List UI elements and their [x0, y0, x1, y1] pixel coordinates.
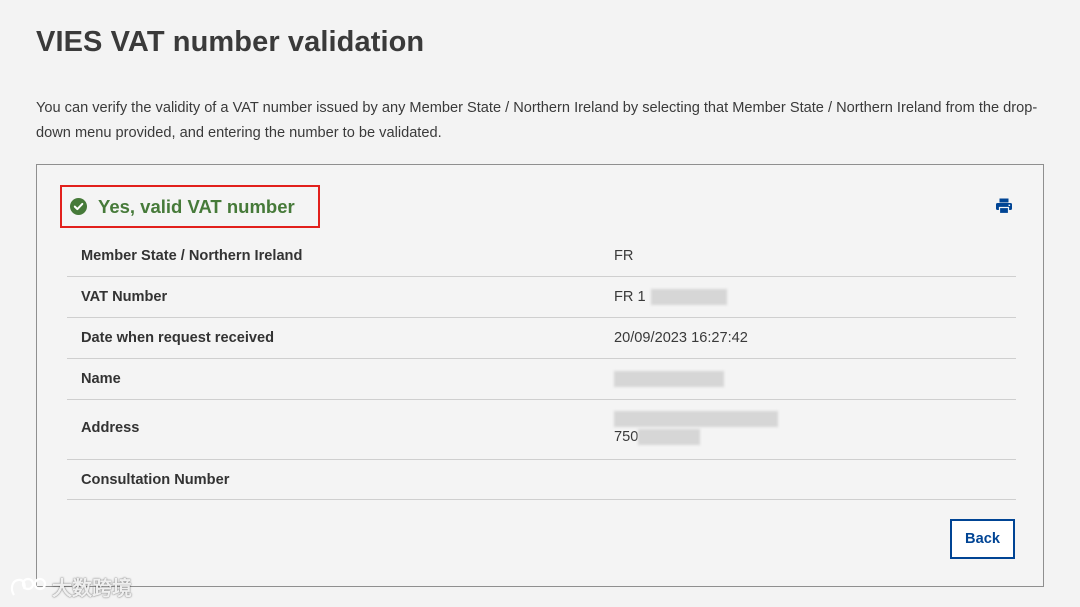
- watermark: 大数跨境: [8, 572, 132, 601]
- check-circle-icon: [70, 198, 87, 215]
- result-panel: Yes, valid VAT number Member State / Nor…: [36, 164, 1044, 587]
- watermark-logo: [10, 577, 47, 596]
- detail-row-consultation-number: Consultation Number: [67, 460, 1016, 500]
- vat-details-table: Member State / Northern Ireland FR VAT N…: [67, 236, 1016, 500]
- detail-label: Address: [81, 420, 140, 436]
- detail-value: [614, 371, 724, 388]
- detail-value: FR: [614, 248, 634, 264]
- validation-status-text: Yes, valid VAT number: [98, 195, 295, 217]
- detail-label: VAT Number: [81, 289, 168, 305]
- detail-label: Consultation Number: [81, 472, 230, 488]
- detail-label: Member State / Northern Ireland: [81, 248, 303, 264]
- detail-row-member-state: Member State / Northern Ireland FR: [67, 236, 1016, 277]
- detail-row-vat-number: VAT Number FR 1: [67, 277, 1016, 318]
- redacted-value: [614, 411, 778, 428]
- detail-value: 20/09/2023 16:27:42: [614, 330, 748, 346]
- detail-row-name: Name: [67, 359, 1016, 400]
- printer-icon[interactable]: [995, 197, 1013, 215]
- redacted-value: [650, 289, 727, 306]
- detail-label: Name: [81, 371, 121, 387]
- page-title: VIES VAT number validation: [36, 26, 425, 58]
- detail-label: Date when request received: [81, 330, 275, 346]
- detail-row-request-date: Date when request received 20/09/2023 16…: [67, 318, 1016, 359]
- intro-text: You can verify the validity of a VAT num…: [36, 100, 1038, 141]
- detail-row-address: Address 750: [67, 400, 1016, 460]
- watermark-text: 大数跨境: [52, 578, 132, 600]
- redacted-value: [614, 371, 724, 388]
- validation-result: Yes, valid VAT number: [60, 185, 320, 228]
- detail-value: 750: [614, 410, 778, 446]
- redacted-value: [638, 429, 701, 446]
- detail-value: FR 1: [614, 289, 727, 306]
- back-button[interactable]: Back: [950, 519, 1015, 559]
- vies-page: VIES VAT number validation You can verif…: [0, 0, 1080, 607]
